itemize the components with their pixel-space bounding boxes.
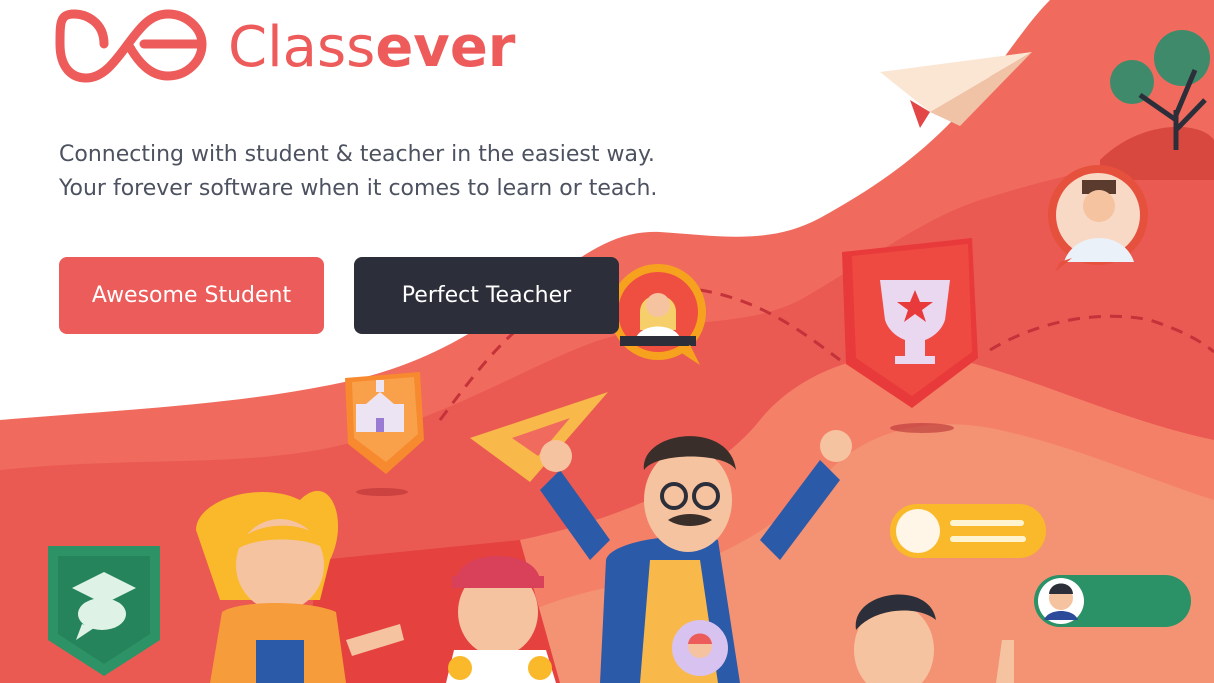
tagline-line-2: Your forever software when it comes to l… — [59, 176, 658, 201]
toggle-switch-icon — [890, 504, 1046, 558]
perfect-teacher-button[interactable]: Perfect Teacher — [354, 257, 619, 334]
student-avatar-bubble-icon — [672, 620, 728, 676]
brand-name: Classever — [228, 15, 516, 80]
hero-illustration — [0, 0, 1214, 683]
logo[interactable]: Classever — [212, 8, 515, 88]
logo-mark-icon — [55, 9, 207, 83]
awesome-student-button[interactable]: Awesome Student — [59, 257, 324, 334]
hero-tagline: Connecting with student & teacher in the… — [59, 138, 657, 206]
user-toggle-icon — [1034, 575, 1191, 627]
tagline-line-1: Connecting with student & teacher in the… — [59, 142, 655, 167]
